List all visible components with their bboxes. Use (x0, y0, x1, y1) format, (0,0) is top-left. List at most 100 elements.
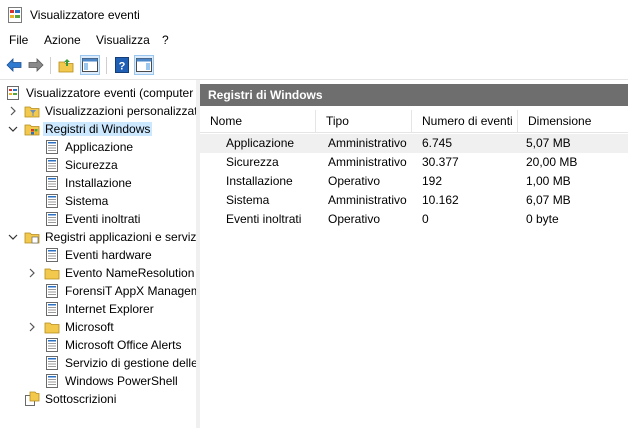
tree-label: Microsoft Office Alerts (65, 338, 182, 352)
up-folder-button[interactable] (56, 55, 76, 75)
table-cell: Operativo (328, 174, 381, 188)
windows-logs-icon (24, 124, 40, 136)
help-button[interactable]: ? (112, 55, 132, 75)
table-cell: 10.162 (422, 193, 459, 207)
table-cell: Applicazione (226, 136, 295, 150)
column-header-tipo[interactable]: Tipo (316, 110, 412, 132)
tree-item-app-log[interactable]: Eventi hardware (44, 246, 154, 264)
log-icon (46, 248, 58, 262)
table-cell: 192 (422, 174, 443, 188)
tree-label: Registri di Windows (43, 122, 153, 136)
tree-item-log[interactable]: Applicazione (44, 138, 135, 156)
svg-text:?: ? (119, 61, 126, 73)
results-pane: Registri di Windows Nome Tipo Numero di … (200, 80, 628, 428)
help-icon: ? (115, 57, 129, 73)
tree-label: ForensiT AppX Managem (65, 284, 196, 298)
header-divider (200, 132, 628, 133)
table-cell: Operativo (328, 212, 381, 226)
toolbar: ? (0, 52, 628, 80)
tree-label: Eventi hardware (65, 248, 152, 262)
tree-label: Visualizzazioni personalizzate (45, 104, 196, 118)
show-hide-action-pane-button[interactable] (134, 55, 154, 75)
table-cell: 0 byte (526, 212, 559, 226)
table-cell: Amministrativo (328, 136, 407, 150)
table-cell: 6,07 MB (526, 193, 571, 207)
folder-filter-icon (24, 106, 40, 118)
tree-item-app-log[interactable]: Microsoft (44, 318, 116, 336)
log-icon (46, 302, 58, 316)
pane-header-title: Registri di Windows (208, 88, 323, 102)
table-row[interactable]: Applicazione Amministrativo 6.745 5,07 MB (200, 134, 628, 153)
tree-item-log[interactable]: Sicurezza (44, 156, 120, 174)
tree-label: Microsoft (65, 320, 114, 334)
toolbar-separator (106, 57, 107, 74)
table-row[interactable]: Eventi inoltrati Operativo 0 0 byte (200, 210, 628, 229)
chevron-right-icon[interactable] (27, 268, 37, 278)
tree-item-app-log[interactable]: Windows PowerShell (44, 372, 180, 390)
tree-label: Visualizzatore eventi (computer (26, 86, 194, 100)
tree-item-root[interactable]: Visualizzatore eventi (computer (5, 84, 195, 102)
tree-item-app-log[interactable]: ForensiT AppX Managem (44, 282, 196, 300)
tree-item-subscriptions[interactable]: Sottoscrizioni (24, 390, 118, 408)
column-header-dimensione[interactable]: Dimensione (518, 110, 628, 132)
table-cell: Amministrativo (328, 193, 407, 207)
show-hide-console-tree-button[interactable] (80, 55, 100, 75)
tree-label: Evento NameResolution (65, 266, 195, 280)
tree-label: Applicazione (65, 140, 134, 154)
tree-item-log[interactable]: Installazione (44, 174, 134, 192)
forward-arrow-icon (28, 58, 44, 72)
tree-item-log[interactable]: Sistema (44, 192, 110, 210)
tree-label: Sistema (65, 194, 109, 208)
log-icon (46, 140, 58, 154)
table-cell: 20,00 MB (526, 155, 578, 169)
column-header-numero-eventi[interactable]: Numero di eventi (412, 110, 518, 132)
tree-item-windows-logs[interactable]: Registri di Windows (24, 120, 153, 138)
table-cell: 30.377 (422, 155, 459, 169)
tree-label: Servizio di gestione delle (65, 356, 196, 370)
table-cell: 6.745 (422, 136, 453, 150)
menu-file[interactable]: File (9, 33, 28, 47)
table-row[interactable]: Sistema Amministrativo 10.162 6,07 MB (200, 191, 628, 210)
table-cell: Eventi inoltrati (226, 212, 302, 226)
table-cell: Installazione (226, 174, 293, 188)
log-icon (46, 194, 58, 208)
chevron-down-icon[interactable] (8, 232, 18, 242)
folder-icon (44, 268, 60, 280)
table-cell: 1,00 MB (526, 174, 571, 188)
tree-label: Sicurezza (65, 158, 118, 172)
tree-label: Installazione (65, 176, 132, 190)
tree-label: Sottoscrizioni (45, 392, 117, 406)
chevron-down-icon[interactable] (8, 124, 18, 134)
table-cell: Sistema (226, 193, 270, 207)
show-hide-action-pane-icon (136, 58, 152, 72)
table-cell: Sicurezza (226, 155, 279, 169)
tree-item-log[interactable]: Eventi inoltrati (44, 210, 142, 228)
table-row[interactable]: Sicurezza Amministrativo 30.377 20,00 MB (200, 153, 628, 172)
menu-visualizza[interactable]: Visualizza (96, 33, 150, 47)
folder-icon (44, 322, 60, 334)
tree-item-app-log[interactable]: Microsoft Office Alerts (44, 336, 183, 354)
menu-help[interactable]: ? (162, 33, 169, 47)
tree-item-custom-views[interactable]: Visualizzazioni personalizzate (24, 102, 196, 120)
back-arrow-icon (6, 58, 22, 72)
tree-item-app-log[interactable]: Evento NameResolution (44, 264, 196, 282)
event-viewer-icon (7, 86, 19, 100)
back-button[interactable] (4, 55, 24, 75)
forward-button[interactable] (26, 55, 46, 75)
log-icon (46, 176, 58, 190)
log-icon (46, 284, 58, 298)
tree-item-app-services-logs[interactable]: Registri applicazioni e servizi (24, 228, 196, 246)
chevron-right-icon[interactable] (8, 106, 18, 116)
chevron-right-icon[interactable] (27, 322, 37, 332)
up-folder-icon (58, 58, 73, 72)
tree-label: Eventi inoltrati (65, 212, 141, 226)
tree-item-app-log[interactable]: Internet Explorer (44, 300, 156, 318)
column-header-nome[interactable]: Nome (200, 110, 316, 132)
menu-azione[interactable]: Azione (44, 33, 81, 47)
window-title: Visualizzatore eventi (30, 8, 140, 22)
tree-item-app-log[interactable]: Servizio di gestione delle (44, 354, 196, 372)
table-cell: Amministrativo (328, 155, 407, 169)
table-row[interactable]: Installazione Operativo 192 1,00 MB (200, 172, 628, 191)
log-icon (46, 338, 58, 352)
log-icon (46, 158, 58, 172)
